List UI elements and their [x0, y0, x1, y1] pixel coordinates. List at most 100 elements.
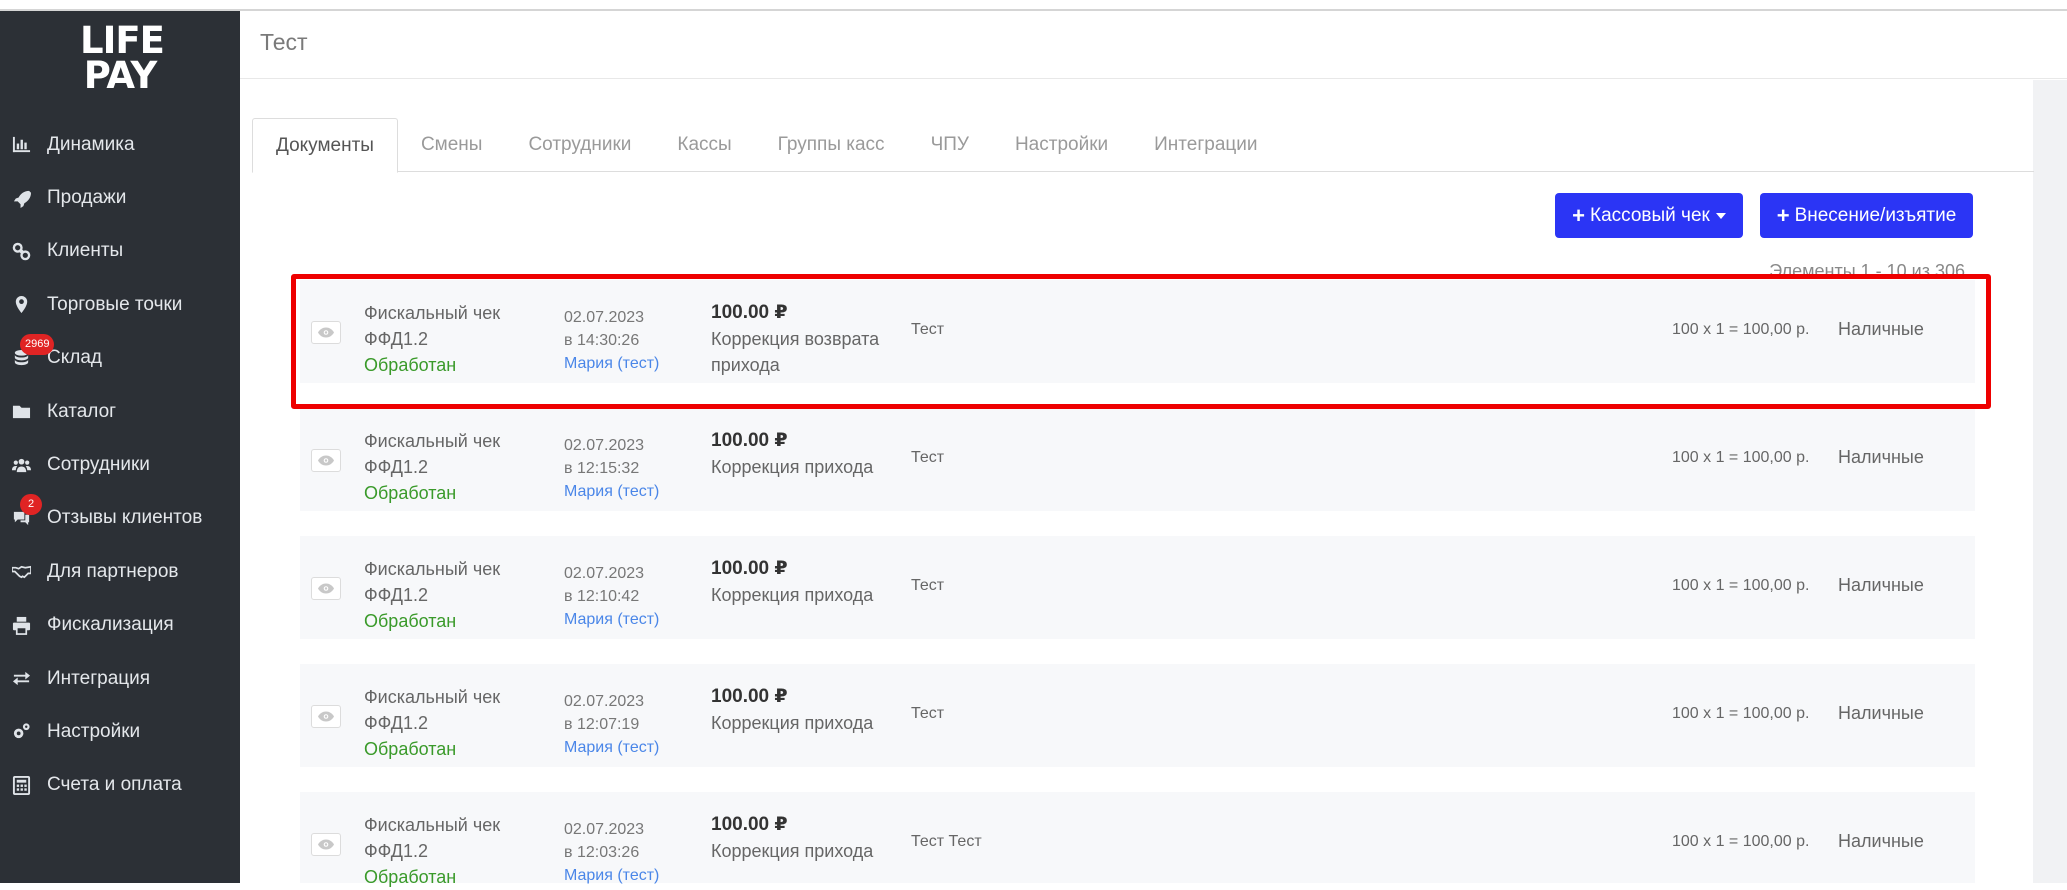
sidebar-item-sales[interactable]: Продажи: [0, 171, 240, 224]
date-text: 02.07.2023: [564, 565, 645, 582]
payment-method: Наличные: [1838, 831, 1924, 851]
cash-receipt-dropdown-button[interactable]: + Кассовый чек: [1555, 193, 1743, 238]
caret-down-icon: [1715, 212, 1726, 219]
operation-type: Коррекция прихода: [711, 841, 874, 861]
eye-icon[interactable]: [311, 577, 341, 600]
sidebar-item-label: Счета и оплата: [47, 774, 182, 796]
rocket-icon: [10, 187, 32, 209]
document-comment: Тест Тест: [911, 833, 982, 850]
document-row[interactable]: Фискальный чек ФФД1.2 Обработан 02.07.2023…: [300, 664, 1975, 767]
tab-integrations[interactable]: Интеграции: [1131, 118, 1280, 172]
eye-icon[interactable]: [311, 449, 341, 472]
link-icon: [10, 240, 32, 262]
type-name: Фискальный чек: [364, 687, 501, 707]
status-text: Обработан: [364, 867, 457, 887]
type-name: Фискальный чек: [364, 815, 501, 835]
sidebar-item-warehouse[interactable]: Склад 2969: [0, 332, 240, 385]
sidebar-item-integration[interactable]: Интеграция: [0, 652, 240, 705]
user-link[interactable]: Мария (тест): [564, 736, 659, 759]
page-header: Тест: [240, 11, 2067, 79]
document-type: Фискальный чек ФФД1.2 Обработан: [364, 812, 500, 890]
document-type: Фискальный чек ФФД1.2 Обработан: [364, 428, 500, 506]
document-amount: 100.00 ₽ Коррекция прихода: [711, 428, 873, 480]
tab-chpu[interactable]: ЧПУ: [908, 118, 992, 172]
user-link[interactable]: Мария (тест): [564, 608, 659, 631]
tab-employees[interactable]: Сотрудники: [505, 118, 654, 172]
tab-register-groups[interactable]: Группы касс: [755, 118, 908, 172]
tab-registers[interactable]: Кассы: [654, 118, 754, 172]
type-name: Фискальный чек: [364, 431, 501, 451]
warehouse-count-badge: 2969: [20, 333, 55, 355]
payment-method: Наличные: [1838, 703, 1924, 723]
format-version: ФФД1.2: [364, 713, 428, 733]
document-row[interactable]: Фискальный чек ФФД1.2 Обработан 02.07.2023…: [300, 792, 1975, 887]
operation-type: Коррекция прихода: [711, 457, 874, 477]
date-text: 02.07.2023: [564, 693, 645, 710]
page-title: Тест: [260, 29, 308, 55]
plus-icon: +: [1572, 202, 1585, 228]
document-amount: 100.00 ₽ Коррекция прихода: [711, 812, 873, 864]
users-icon: [10, 454, 32, 476]
deposit-withdrawal-label: Внесение/изъятие: [1794, 204, 1957, 226]
format-version: ФФД1.2: [364, 457, 428, 477]
time-text: в 12:07:19: [564, 716, 640, 733]
document-amount: 100.00 ₽ Коррекция прихода: [711, 556, 873, 608]
sidebar-item-label: Интеграция: [47, 667, 151, 689]
document-type: Фискальный чек ФФД1.2 Обработан: [364, 684, 500, 762]
status-text: Обработан: [364, 611, 457, 631]
map-marker-icon: [10, 294, 32, 316]
amount-value: 100.00 ₽: [711, 430, 788, 451]
eye-icon[interactable]: [311, 833, 341, 856]
document-row[interactable]: Фискальный чек ФФД1.2 Обработан 02.07.2023…: [300, 536, 1975, 639]
top-border: [0, 0, 2067, 11]
sidebar-item-label: Клиенты: [47, 240, 124, 262]
deposit-withdrawal-button[interactable]: + Внесение/изъятие: [1760, 193, 1973, 238]
sidebar-item-billing[interactable]: Счета и оплата: [0, 759, 240, 812]
sidebar-item-clients[interactable]: Клиенты: [0, 225, 240, 278]
sidebar-item-label: Для партнеров: [47, 560, 179, 582]
sidebar-item-partners[interactable]: Для партнеров: [0, 545, 240, 598]
document-row[interactable]: Фискальный чек ФФД1.2 Обработан 02.07.2023…: [300, 408, 1975, 511]
payment-method: Наличные: [1838, 447, 1924, 467]
amount-value: 100.00 ₽: [711, 686, 788, 707]
folder-icon: [10, 401, 32, 423]
sidebar-item-fiscalization[interactable]: Фискализация: [0, 599, 240, 652]
document-comment: Тест: [911, 705, 945, 722]
logo-line-2: PAY: [83, 54, 158, 97]
document-date: 02.07.2023 в 12:03:26 Мария (тест): [564, 818, 659, 887]
sidebar-item-label: Сотрудники: [47, 454, 150, 476]
eye-icon[interactable]: [311, 705, 341, 728]
amount-value: 100.00 ₽: [711, 814, 788, 835]
sidebar-item-label: Склад: [47, 347, 102, 369]
user-link[interactable]: Мария (тест): [564, 480, 659, 503]
sidebar-item-employees[interactable]: Сотрудники: [0, 438, 240, 491]
sidebar-item-reviews[interactable]: Отзывы клиентов 2: [0, 492, 240, 545]
time-text: в 12:03:26: [564, 844, 640, 861]
format-version: ФФД1.2: [364, 585, 428, 605]
status-text: Обработан: [364, 739, 457, 759]
lifepay-logo[interactable]: LIFE PAY: [80, 22, 165, 97]
tab-documents[interactable]: Документы: [252, 118, 398, 173]
sidebar-item-settings[interactable]: Настройки: [0, 705, 240, 758]
sidebar-item-dynamics[interactable]: Динамика: [0, 118, 240, 171]
sidebar-item-outlets[interactable]: Торговые точки: [0, 278, 240, 331]
plus-icon: +: [1776, 202, 1790, 228]
item-calculation: 100 x 1 = 100,00 р.: [1672, 449, 1810, 466]
document-date: 02.07.2023 в 12:10:42 Мария (тест): [564, 562, 659, 631]
type-name: Фискальный чек: [364, 559, 501, 579]
highlight-box: [291, 274, 1991, 409]
sidebar-item-label: Каталог: [47, 400, 117, 422]
user-link[interactable]: Мария (тест): [564, 864, 659, 887]
calculator-icon: [10, 774, 32, 796]
sidebar-item-catalog[interactable]: Каталог: [0, 385, 240, 438]
tab-bar: Документы Смены Сотрудники Кассы Группы …: [252, 118, 2034, 173]
payment-method: Наличные: [1838, 575, 1924, 595]
handshake-icon: [10, 561, 32, 583]
tab-shifts[interactable]: Смены: [398, 118, 506, 172]
gears-icon: [10, 721, 32, 743]
document-date: 02.07.2023 в 12:15:32 Мария (тест): [564, 434, 659, 503]
item-calculation: 100 x 1 = 100,00 р.: [1672, 705, 1810, 722]
document-date: 02.07.2023 в 12:07:19 Мария (тест): [564, 690, 659, 759]
tab-settings[interactable]: Настройки: [992, 118, 1131, 172]
document-comment: Тест: [911, 577, 945, 594]
